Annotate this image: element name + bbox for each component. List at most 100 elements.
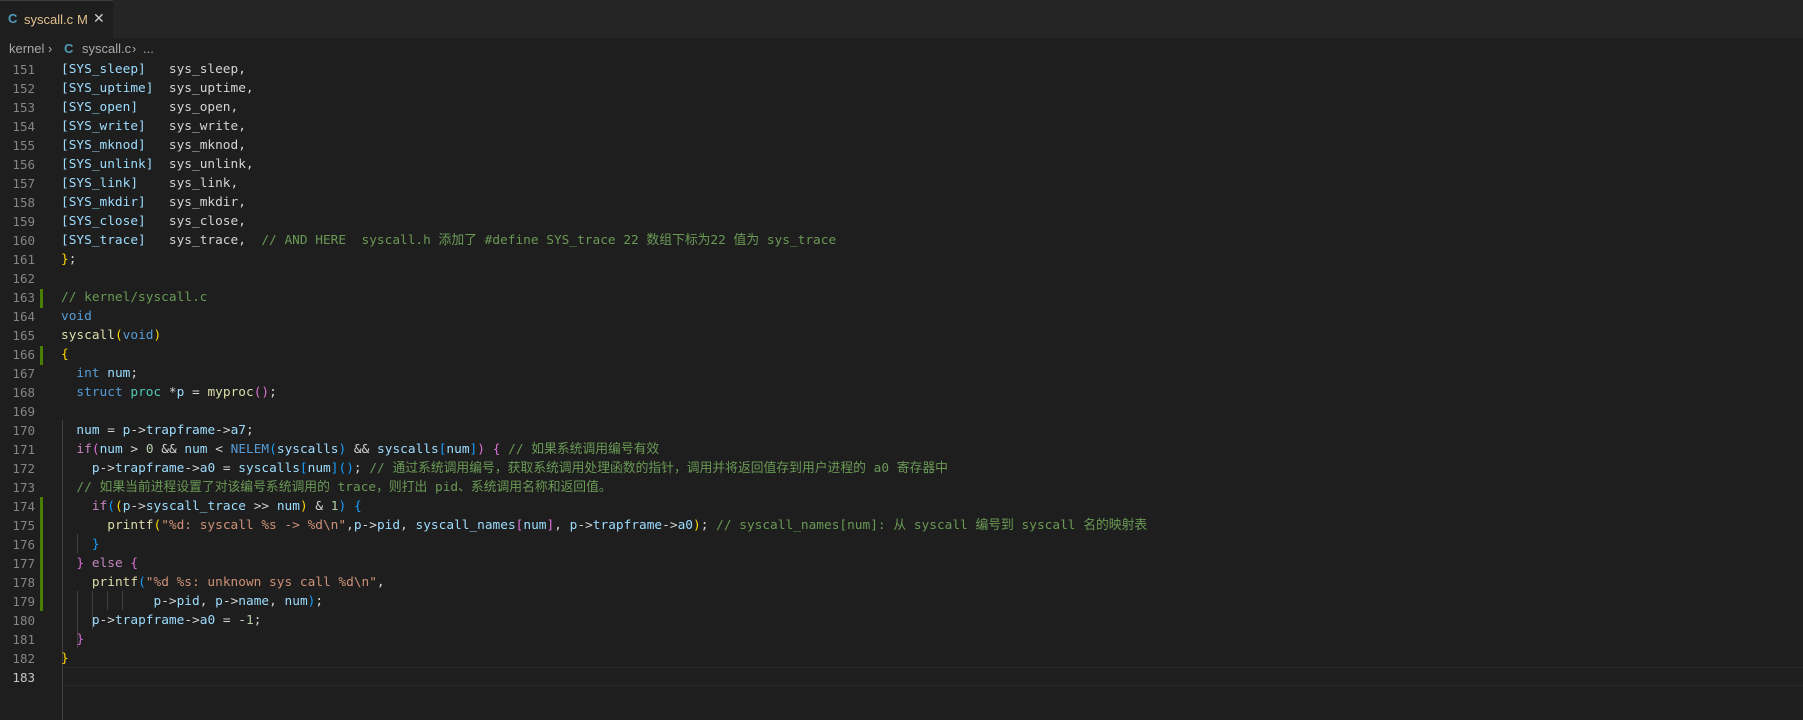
code-line: 162: [0, 269, 1803, 288]
code-line: 155 [SYS_mknod] sys_mknod,: [0, 136, 1803, 155]
line-number: 159: [12, 214, 35, 229]
c-file-icon: C: [8, 11, 18, 26]
code-text: if((p->syscall_trace >> num) & 1) {: [91, 499, 362, 514]
line-number: 161: [12, 252, 35, 267]
c-file-icon: C: [64, 41, 74, 56]
code-line: 163 // kernel/syscall.c: [0, 288, 1803, 307]
breadcrumb-folder[interactable]: kernel: [9, 41, 44, 56]
line-number: 181: [12, 632, 35, 647]
code-line: 174 if((p->syscall_trace >> num) & 1) {: [0, 497, 1803, 516]
code-text: }: [61, 651, 69, 666]
code-text: } else {: [76, 556, 139, 571]
code-line: 166 {: [0, 345, 1803, 364]
code-line: 160 [SYS_trace] sys_trace, // AND HERE s…: [0, 231, 1803, 250]
code-line: 151 [SYS_sleep] sys_sleep,: [0, 60, 1803, 79]
code-text: struct proc *p = myproc();: [76, 385, 277, 400]
code-line: 158 [SYS_mkdir] sys_mkdir,: [0, 193, 1803, 212]
breadcrumb-more[interactable]: ...: [143, 41, 154, 56]
code-line: 176 }: [0, 535, 1803, 554]
code-line: 173 // 如果当前进程设置了对该编号系统调用的 trace，则打出 pid、…: [0, 478, 1803, 497]
line-number: 177: [12, 556, 35, 571]
code-line: 175 printf("%d: syscall %s -> %d\n",p->p…: [0, 516, 1803, 535]
code-line: 157 [SYS_link] sys_link,: [0, 174, 1803, 193]
code-text: }: [76, 632, 85, 647]
line-number: 157: [12, 176, 35, 191]
breadcrumb-file[interactable]: syscall.c: [82, 41, 131, 56]
code-text: int num;: [76, 366, 139, 381]
line-number: 176: [12, 537, 35, 552]
code-line: 167 int num;: [0, 364, 1803, 383]
line-number: 171: [12, 442, 35, 457]
code-text: {: [61, 347, 69, 362]
code-line: 170 num = p->trapframe->a7;: [0, 421, 1803, 440]
code-text: [SYS_mknod] sys_mknod,: [61, 138, 246, 153]
code-line: 172 p->trapframe->a0 = syscalls[num](); …: [0, 459, 1803, 478]
line-number: 167: [12, 366, 35, 381]
code-text: [SYS_write] sys_write,: [61, 119, 246, 134]
code-text: // kernel/syscall.c: [61, 290, 208, 305]
line-number: 179: [12, 594, 35, 609]
code-line: 169: [0, 402, 1803, 421]
line-number: 163: [12, 290, 35, 305]
code-text: printf("%d: syscall %s -> %d\n",p->pid, …: [107, 518, 1148, 533]
line-number: 169: [12, 404, 35, 419]
code-text: };: [61, 252, 77, 267]
code-text: }: [91, 537, 100, 552]
tab-bar: C syscall.c M ✕: [0, 0, 1803, 39]
code-text: if(num > 0 && num < NELEM(syscalls) && s…: [76, 442, 660, 457]
tab-filename: syscall.c: [24, 12, 74, 27]
code-line: 171 if(num > 0 && num < NELEM(syscalls) …: [0, 440, 1803, 459]
line-number: 158: [12, 195, 35, 210]
code-line: 183: [0, 668, 1803, 687]
line-number: 152: [12, 81, 35, 96]
code-text: [SYS_uptime] sys_uptime,: [61, 81, 254, 96]
chevron-right-icon: ›: [48, 41, 53, 56]
code-line: 177 } else {: [0, 554, 1803, 573]
line-number: 180: [12, 613, 35, 628]
line-number: 155: [12, 138, 35, 153]
line-number: 154: [12, 119, 35, 134]
code-line: 180 p->trapframe->a0 = -1;: [0, 611, 1803, 630]
code-text: [SYS_trace] sys_trace, // AND HERE sysca…: [61, 233, 837, 248]
line-number: 164: [12, 309, 35, 324]
code-line: 153 [SYS_open] sys_open,: [0, 98, 1803, 117]
line-number: 151: [12, 62, 35, 77]
code-text: [SYS_close] sys_close,: [61, 214, 246, 229]
line-number: 182: [12, 651, 35, 666]
line-number: 178: [12, 575, 35, 590]
code-line: 159 [SYS_close] sys_close,: [0, 212, 1803, 231]
line-number: 165: [12, 328, 35, 343]
code-text: p->trapframe->a0 = -1;: [91, 613, 262, 628]
tab-syscall-c[interactable]: C syscall.c M ✕: [0, 0, 113, 38]
line-number: 183: [12, 670, 35, 685]
line-number: 168: [12, 385, 35, 400]
code-line: 164 void: [0, 307, 1803, 326]
code-text: [SYS_unlink] sys_unlink,: [61, 157, 254, 172]
line-number: 174: [12, 499, 35, 514]
line-number: 156: [12, 157, 35, 172]
line-number: 162: [12, 271, 35, 286]
code-line: 181 }: [0, 630, 1803, 649]
code-text: [SYS_mkdir] sys_mkdir,: [61, 195, 246, 210]
close-icon[interactable]: ✕: [93, 10, 105, 28]
modified-badge: M: [77, 12, 88, 27]
code-text: printf("%d %s: unknown sys call %d\n",: [91, 575, 385, 590]
code-text: num = p->trapframe->a7;: [76, 423, 254, 438]
code-text: p->trapframe->a0 = syscalls[num](); // 通…: [91, 461, 948, 476]
code-editor[interactable]: 151 [SYS_sleep] sys_sleep, 152 [SYS_upti…: [0, 60, 1803, 720]
line-number: 166: [12, 347, 35, 362]
code-text: p->pid, p->name, num);: [153, 594, 324, 609]
code-text: [SYS_link] sys_link,: [61, 176, 239, 191]
code-line: 154 [SYS_write] sys_write,: [0, 117, 1803, 136]
code-text: // 如果当前进程设置了对该编号系统调用的 trace，则打出 pid、系统调用…: [76, 480, 612, 495]
line-number: 170: [12, 423, 35, 438]
code-text: [SYS_open] sys_open,: [61, 100, 239, 115]
line-number: 172: [12, 461, 35, 476]
code-line: 168 struct proc *p = myproc();: [0, 383, 1803, 402]
code-line: 165 syscall(void): [0, 326, 1803, 345]
chevron-right-icon: ›: [132, 41, 137, 56]
code-text: syscall(void): [61, 328, 162, 343]
code-line: 152 [SYS_uptime] sys_uptime,: [0, 79, 1803, 98]
code-text: void: [61, 309, 92, 324]
line-number: 153: [12, 100, 35, 115]
